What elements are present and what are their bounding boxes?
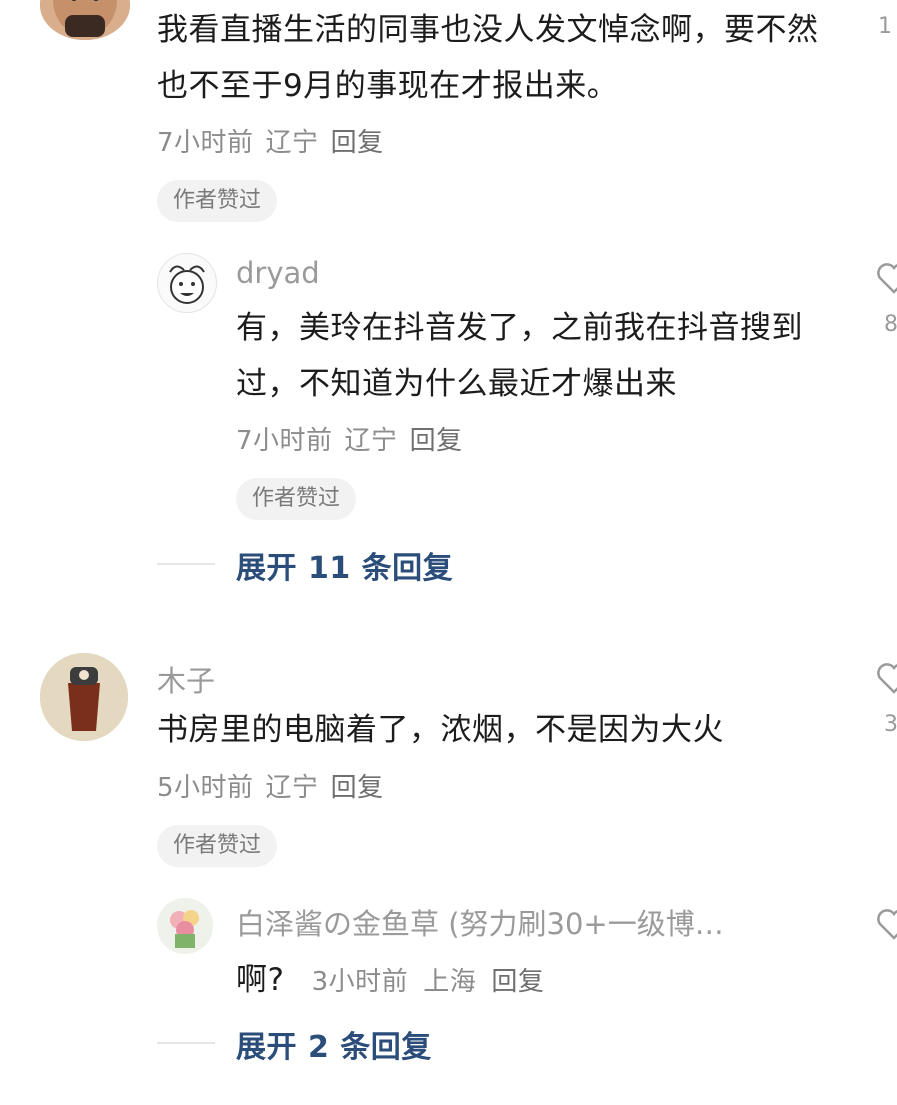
reply-button[interactable]: 回复	[410, 426, 463, 456]
expand-divider	[157, 563, 215, 565]
reply-text: 有，美玲在抖音发了，之前我在抖音搜到过，不知道为什么最近才爆出来	[236, 310, 803, 402]
comment-text: 书房里的电脑着了，浓烟，不是因为大火	[157, 712, 724, 748]
cartoon-face-avatar[interactable]	[157, 253, 217, 313]
comment-meta: 7小时前 辽宁 回复	[157, 122, 396, 159]
reply-button[interactable]: 回复	[331, 773, 384, 803]
comment-time: 5小时前	[157, 773, 254, 803]
expand-replies-link[interactable]: 展开 2 条回复	[236, 1022, 432, 1066]
heart-icon[interactable]	[874, 658, 897, 698]
reply-meta: 7小时前 辽宁 回复	[236, 420, 475, 457]
comment-time: 7小时前	[157, 128, 254, 158]
username[interactable]: 木子	[157, 658, 215, 700]
comment-location: 辽宁	[265, 128, 319, 158]
reply-text: 啊?	[236, 962, 285, 998]
reply-button[interactable]: 回复	[331, 128, 384, 158]
reply-line: 啊? 3小时前 上海 回复	[236, 952, 544, 1008]
reply-location: 上海	[423, 967, 477, 997]
reply-time: 7小时前	[236, 426, 333, 456]
heart-icon[interactable]	[874, 258, 897, 298]
heart-icon[interactable]	[874, 904, 897, 944]
comment-meta: 5小时前 辽宁 回复	[157, 767, 396, 804]
username[interactable]: 白泽酱の金鱼草 (努力刷30+一级博…	[236, 901, 836, 943]
reply-button[interactable]: 回复	[491, 967, 544, 997]
author-liked-badge: 作者赞过	[157, 180, 278, 222]
expand-divider	[157, 1042, 215, 1044]
bald-man-avatar[interactable]	[40, 0, 130, 40]
like-count: 1	[878, 14, 892, 39]
like-count: 3	[884, 712, 897, 737]
author-liked-badge: 作者赞过	[236, 478, 357, 520]
like-count: 8	[884, 312, 897, 337]
drink-cup-avatar[interactable]	[40, 653, 128, 741]
username[interactable]: dryad	[236, 256, 320, 290]
reply-time: 3小时前	[311, 967, 409, 997]
reply-location: 辽宁	[344, 426, 398, 456]
comment-location: 辽宁	[265, 773, 319, 803]
author-liked-badge: 作者赞过	[157, 825, 278, 867]
comment-text: 我看直播生活的同事也没人发文悼念啊，要不然也不至于9月的事现在才报出来。	[157, 12, 819, 104]
expand-replies-link[interactable]: 展开 11 条回复	[236, 543, 453, 587]
flower-bouquet-avatar[interactable]	[157, 898, 213, 954]
